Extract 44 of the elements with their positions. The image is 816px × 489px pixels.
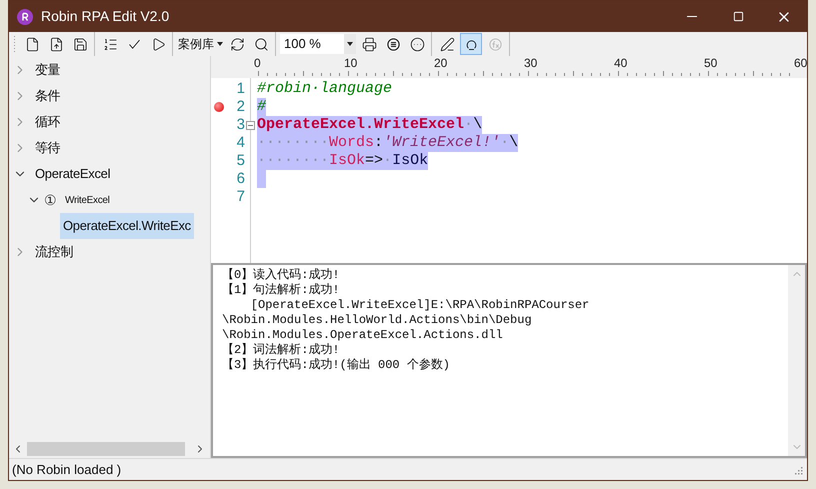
node-marker: ① [44, 190, 57, 210]
code-editor[interactable]: 0 10 20 30 40 50 60 1 2 3 4 5 6 7 #robin·language # OperateExcel.WriteExcel·\ ········Words:'WriteExcel!'·\ ········IsOk=>·IsOk [211, 56, 807, 265]
tree-item[interactable]: OperateExcel.WriteExc [60, 213, 194, 239]
tree-item[interactable]: WriteExcel [62, 190, 113, 210]
ruler-label: 60 [794, 56, 808, 70]
output-line: [OperateExcel.WriteExcel]E:\RPA\RobinRPACourser [250, 298, 590, 313]
tree-item[interactable]: 等待 [32, 135, 64, 161]
breakpoint-marker[interactable] [214, 102, 224, 112]
line-number: 1 [236, 78, 245, 99]
ruler-label: 10 [344, 56, 358, 70]
app-logo-icon [17, 8, 33, 24]
output-line: \Robin.Modules.HelloWorld.Actions\bin\Debug [222, 313, 533, 328]
window-title: Robin RPA Edit V2.0 [41, 7, 170, 26]
zoom-combo[interactable]: 100 % [280, 34, 356, 54]
maximize-icon [732, 11, 744, 22]
line-number: 3 [236, 114, 245, 135]
output-line: 【3】执行代码:成功!(输出 000 个参数) [222, 358, 452, 373]
tree-item[interactable]: 流控制 [32, 239, 76, 265]
ruler-label: 20 [434, 56, 448, 70]
tree-item[interactable]: 循环 [32, 109, 64, 135]
resize-grip-icon[interactable] [793, 464, 803, 474]
line-number: 4 [236, 132, 245, 153]
output-line: 【2】词法解析:成功! [222, 343, 341, 358]
line-number: 2 [236, 96, 245, 117]
ruler-label: 50 [704, 56, 718, 70]
sample-dropdown[interactable]: 案例库 [176, 33, 225, 55]
ruler-label: 40 [614, 56, 628, 70]
ruler-label: 30 [524, 56, 538, 70]
tree-item[interactable]: 条件 [32, 83, 64, 109]
scrollbar-thumb[interactable] [27, 442, 185, 456]
output-line: \Robin.Modules.OperateExcel.Actions.dll [222, 328, 504, 343]
tree-item[interactable]: OperateExcel [32, 161, 114, 187]
tree-item[interactable]: 变量 [32, 57, 64, 83]
status-text: (No Robin loaded ) [12, 460, 122, 479]
grip-icon [13, 35, 16, 53]
minimize-icon [687, 16, 697, 17]
line-number: 7 [236, 186, 245, 207]
line-number: 5 [236, 150, 245, 171]
output-line: 【1】句法解析:成功! [222, 283, 341, 298]
fold-toggle-icon[interactable] [246, 120, 255, 130]
code-line: #robin·language [257, 80, 392, 98]
line-number: 6 [236, 168, 245, 189]
output-line: 【0】读入代码:成功! [222, 268, 341, 283]
ruler-label: 0 [254, 56, 262, 70]
